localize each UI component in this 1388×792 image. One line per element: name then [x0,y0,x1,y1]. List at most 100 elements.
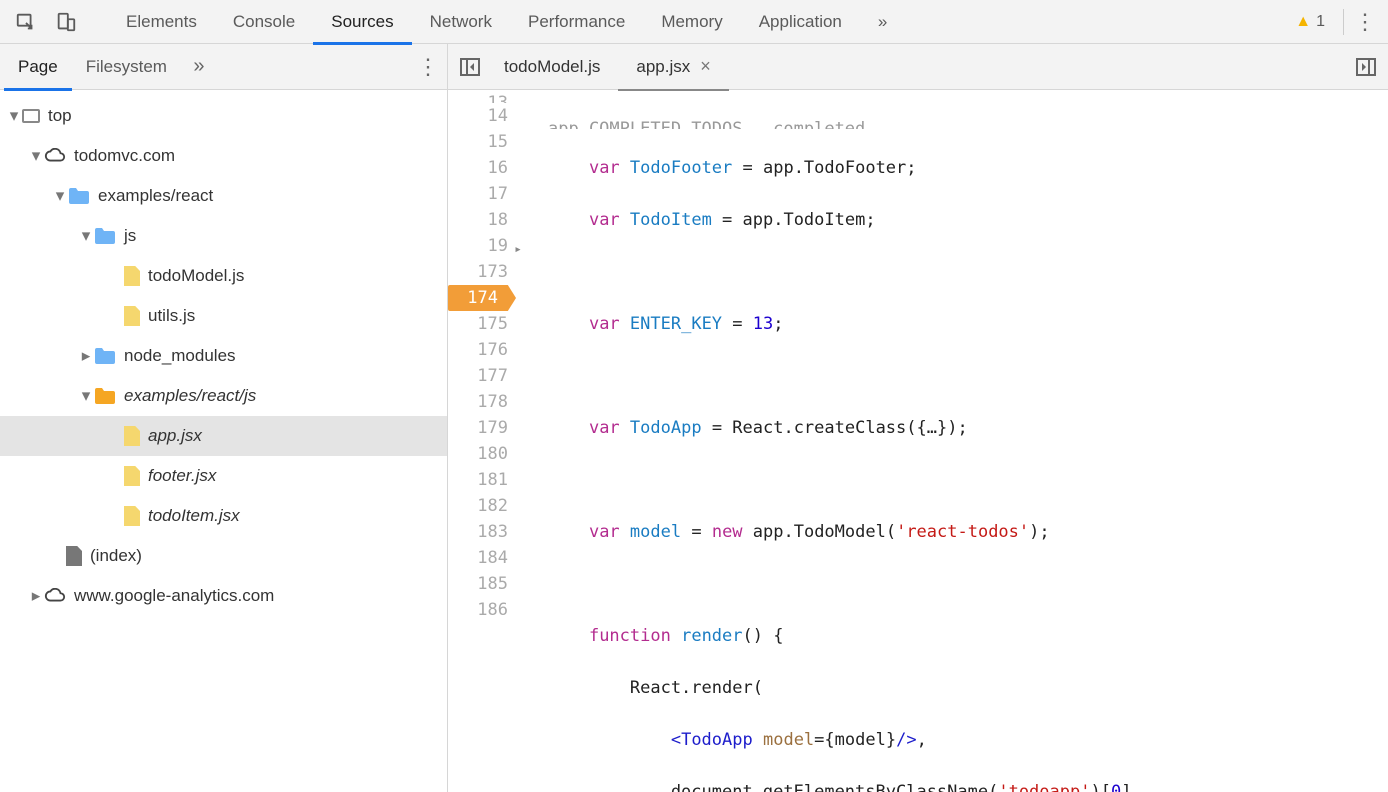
code-line [548,571,1388,597]
tab-console[interactable]: Console [215,0,313,44]
tree-node-domain[interactable]: ▾ todomvc.com [0,136,447,176]
line-number[interactable]: 184 [448,545,508,571]
cloud-icon [44,145,66,167]
line-number[interactable]: 176 [448,337,508,363]
fold-icon[interactable]: ▸ [514,237,522,263]
code-line [548,467,1388,493]
tab-application[interactable]: Application [741,0,860,44]
code-line: var TodoFooter = app.TodoFooter; [548,155,1388,181]
frame-icon [22,109,40,123]
line-number[interactable]: 183 [448,519,508,545]
line-number[interactable]: 18 [448,207,508,233]
sidebar-kebab-icon[interactable]: ⋮ [413,54,443,80]
line-number[interactable]: 17 [448,181,508,207]
file-icon [124,426,140,446]
line-number[interactable]: 180 [448,441,508,467]
collapse-icon[interactable]: ▸ [28,586,44,606]
cloud-icon [44,585,66,607]
tree-label: top [48,106,72,126]
file-icon [66,546,82,566]
line-number[interactable]: 173 [448,259,508,285]
code-line: app.COMPLETED_TODOS completed , [548,116,1388,129]
expand-icon[interactable]: ▾ [6,106,22,126]
line-number[interactable]: 181 [448,467,508,493]
toggle-debugger-icon[interactable] [1350,51,1382,83]
tree-node-folder[interactable]: ▸ node_modules [0,336,447,376]
code-line: var ENTER_KEY = 13; [548,311,1388,337]
tree-label: todoModel.js [148,266,244,286]
file-icon [124,306,140,326]
expand-icon[interactable]: ▾ [52,186,68,206]
tree-node-folder[interactable]: ▾ examples/react [0,176,447,216]
folder-icon [94,345,116,367]
more-tabs-chevron-icon[interactable]: » [860,0,905,44]
toggle-navigator-icon[interactable] [454,51,486,83]
code-editor[interactable]: 13 14 15 16 17 18 19▸ 173 174 175 176 17… [448,90,1388,792]
line-number[interactable]: 13 [448,90,508,103]
sidebar-more-chevron-icon[interactable]: » [181,55,217,78]
line-number[interactable]: 178 [448,389,508,415]
file-tab[interactable]: todoModel.js [486,44,618,90]
file-tab[interactable]: app.jsx × [618,44,728,90]
line-number[interactable]: 15 [448,129,508,155]
device-mode-icon[interactable] [48,4,84,40]
tree-label: www.google-analytics.com [74,586,274,606]
kebab-menu-icon[interactable]: ⋮ [1350,9,1380,35]
main-panel-tabs: Elements Console Sources Network Perform… [108,0,905,44]
tree-node-folder[interactable]: ▾ examples/react/js [0,376,447,416]
line-number-breakpoint[interactable]: 174 [448,285,516,311]
tree-node-file[interactable]: (index) [0,536,447,576]
tree-node-folder[interactable]: ▾ js [0,216,447,256]
tab-memory[interactable]: Memory [643,0,740,44]
tree-node-file[interactable]: todoItem.jsx [0,496,447,536]
line-number[interactable]: 19▸ [448,233,508,259]
expand-icon[interactable]: ▾ [78,386,94,406]
tab-network[interactable]: Network [412,0,510,44]
tree-node-file[interactable]: todoModel.js [0,256,447,296]
sidebar-tab-filesystem[interactable]: Filesystem [72,44,181,90]
main-body: Page Filesystem » ⋮ ▾ top ▾ todomvc.com … [0,44,1388,792]
expand-icon[interactable]: ▾ [78,226,94,246]
folder-icon [94,225,116,247]
warnings-indicator[interactable]: ▲ 1 [1283,13,1337,31]
devtools-toolbar: Elements Console Sources Network Perform… [0,0,1388,44]
collapse-icon[interactable]: ▸ [78,346,94,366]
warning-count: 1 [1316,13,1325,31]
sidebar-tab-page[interactable]: Page [4,44,72,90]
line-number[interactable]: 177 [448,363,508,389]
tree-node-file[interactable]: utils.js [0,296,447,336]
line-number[interactable]: 182 [448,493,508,519]
tree-node-domain[interactable]: ▸ www.google-analytics.com [0,576,447,616]
editor-area: todoModel.js app.jsx × 13 14 15 16 17 18… [448,44,1388,792]
sources-sidebar: Page Filesystem » ⋮ ▾ top ▾ todomvc.com … [0,44,448,792]
file-tree: ▾ top ▾ todomvc.com ▾ examples/react ▾ j… [0,90,447,792]
line-number[interactable]: 14 [448,103,508,129]
code-line [548,363,1388,389]
line-number[interactable]: 186 [448,597,508,623]
tree-label: app.jsx [148,426,202,446]
line-number[interactable]: 185 [448,571,508,597]
code-line: var TodoApp = React.createClass({…}); [548,415,1388,441]
line-number[interactable]: 179 [448,415,508,441]
code-line: document.getElementsByClassName('todoapp… [548,779,1388,792]
tab-performance[interactable]: Performance [510,0,643,44]
code-content[interactable]: app.COMPLETED_TODOS completed , var Todo… [526,90,1388,792]
divider [1343,9,1344,35]
tab-elements[interactable]: Elements [108,0,215,44]
gutter[interactable]: 13 14 15 16 17 18 19▸ 173 174 175 176 17… [448,90,526,792]
inspect-element-icon[interactable] [8,4,44,40]
tree-node-top[interactable]: ▾ top [0,96,447,136]
close-icon[interactable]: × [700,56,711,77]
tree-node-file[interactable]: footer.jsx [0,456,447,496]
line-number[interactable]: 175 [448,311,508,337]
expand-icon[interactable]: ▾ [28,146,44,166]
tree-label: examples/react [98,186,213,206]
tab-sources[interactable]: Sources [313,0,411,44]
tree-label: (index) [90,546,142,566]
code-line: var TodoItem = app.TodoItem; [548,207,1388,233]
tree-label: footer.jsx [148,466,216,486]
file-icon [124,506,140,526]
code-line [548,259,1388,285]
tree-node-file[interactable]: app.jsx [0,416,447,456]
line-number[interactable]: 16 [448,155,508,181]
